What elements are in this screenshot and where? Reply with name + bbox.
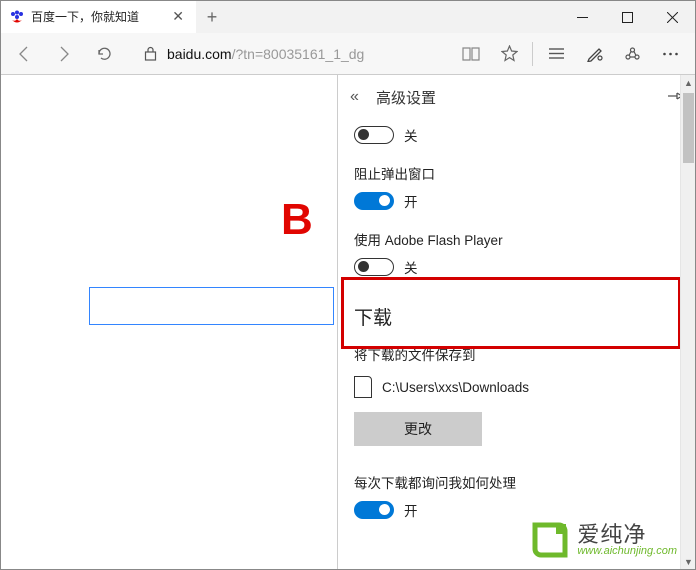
save-location-label: 将下载的文件保存到 [354, 344, 679, 364]
scroll-thumb[interactable] [683, 93, 694, 163]
search-input[interactable] [89, 287, 334, 325]
downloads-heading: 下载 [354, 303, 679, 330]
panel-back-icon[interactable]: « [350, 88, 376, 106]
toggle-ask-download[interactable] [354, 501, 394, 519]
tab-title: 百度一下，你就知道 [31, 8, 168, 25]
title-bar: 百度一下，你就知道 ✕ + [1, 1, 695, 33]
tab-close-icon[interactable]: ✕ [168, 8, 188, 25]
popup-block-label: 阻止弹出窗口 [354, 163, 679, 183]
toggle-flash[interactable] [354, 258, 394, 276]
favorite-icon[interactable] [490, 33, 528, 75]
toggle-block-popups[interactable] [354, 192, 394, 210]
reading-view-icon[interactable] [452, 33, 490, 75]
url-input[interactable]: baidu.com/?tn=80035161_1_dg [163, 40, 452, 68]
ask-each-download-label: 每次下载都询问我如何处理 [354, 472, 679, 492]
more-icon[interactable] [651, 33, 689, 75]
window-controls [560, 1, 695, 33]
url-path: /?tn=80035161_1_dg [232, 46, 365, 62]
flash-label: 使用 Adobe Flash Player [354, 229, 679, 249]
minimize-button[interactable] [560, 1, 605, 33]
panel-scrollbar[interactable]: ▲ ▼ [680, 75, 695, 569]
back-button[interactable] [4, 33, 44, 75]
forward-button[interactable] [44, 33, 84, 75]
new-tab-button[interactable]: + [196, 1, 228, 33]
toggle-state: 开 [404, 500, 418, 520]
notes-icon[interactable] [575, 33, 613, 75]
toggle-state: 开 [404, 191, 418, 211]
hub-icon[interactable] [537, 33, 575, 75]
browser-tab[interactable]: 百度一下，你就知道 ✕ [1, 1, 196, 33]
scroll-down-icon[interactable]: ▼ [681, 554, 696, 569]
address-bar: baidu.com/?tn=80035161_1_dg [1, 33, 695, 75]
url-host: baidu.com [167, 46, 232, 62]
close-window-button[interactable] [650, 1, 695, 33]
settings-panel: « 高级设置 关 阻止弹出窗口 开 使用 Adobe Flash Player … [337, 75, 695, 569]
scroll-up-icon[interactable]: ▲ [681, 75, 696, 90]
panel-title: 高级设置 [376, 87, 667, 108]
toggle-state: 关 [404, 125, 418, 145]
document-icon [354, 376, 372, 398]
toggle-unknown[interactable] [354, 126, 394, 144]
baidu-logo: B [281, 195, 313, 245]
toggle-state: 关 [404, 257, 418, 277]
change-location-button[interactable]: 更改 [354, 412, 482, 446]
refresh-button[interactable] [84, 33, 124, 75]
download-path: C:\Users\xxs\Downloads [382, 380, 529, 395]
lock-icon [144, 46, 157, 61]
maximize-button[interactable] [605, 1, 650, 33]
share-icon[interactable] [613, 33, 651, 75]
baidu-favicon [9, 9, 25, 25]
